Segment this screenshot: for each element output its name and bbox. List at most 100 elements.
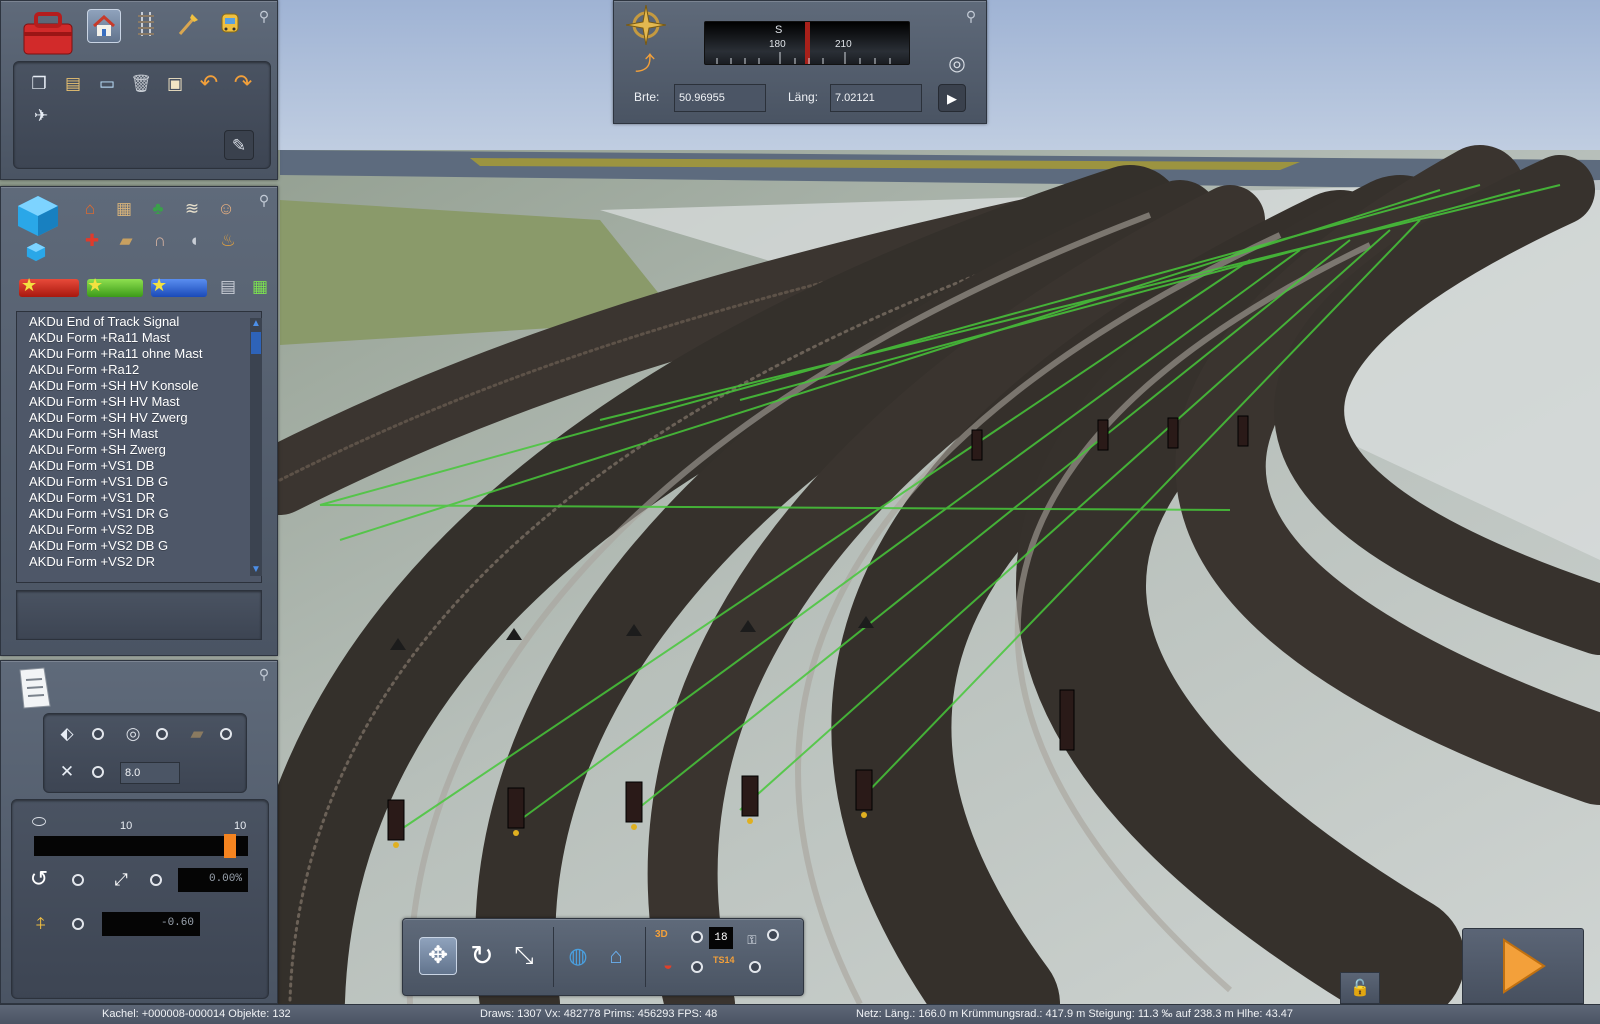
- list-item[interactable]: AKDu Form +VS1 DB G: [29, 474, 261, 490]
- category-industry-icon[interactable]: ▦: [111, 195, 137, 221]
- reset-view-icon[interactable]: ⤴: [632, 51, 658, 77]
- scroll-thumb[interactable]: [251, 332, 261, 354]
- scale-tool-icon[interactable]: ⤡: [505, 937, 543, 975]
- list-item[interactable]: AKDu Form +Ra12: [29, 362, 261, 378]
- copy-icon[interactable]: ❐: [26, 70, 52, 96]
- ts14-radio[interactable]: [749, 961, 761, 973]
- snap-to-object-radio[interactable]: [156, 728, 168, 740]
- cube-large-icon[interactable]: [15, 193, 61, 239]
- select-area-icon[interactable]: ▣: [162, 70, 188, 96]
- scroll-down-icon[interactable]: ▼: [251, 565, 261, 575]
- properties-sheet-icon[interactable]: [15, 665, 55, 711]
- list-item[interactable]: AKDu Form +SH HV Konsole: [29, 378, 261, 394]
- rotate-auto-icon[interactable]: ↺: [26, 866, 52, 892]
- category-buildings-icon[interactable]: ⌂: [77, 195, 103, 221]
- rotation-value-field[interactable]: 0.00%: [178, 868, 248, 892]
- longitude-input[interactable]: 7.02121: [830, 84, 922, 112]
- list-item[interactable]: AKDu Form +SH Zwerg: [29, 442, 261, 458]
- local-view-home-icon[interactable]: ⌂: [599, 939, 633, 973]
- height-offset-icon[interactable]: ⍏: [28, 910, 54, 936]
- category-signals-icon[interactable]: ✚: [79, 227, 105, 253]
- status-bar: Kachel: +000008-000014 Objekte: 132 Draw…: [0, 1004, 1600, 1024]
- list-item[interactable]: AKDu Form +SH HV Zwerg: [29, 410, 261, 426]
- grid-snap-radio[interactable]: [92, 766, 104, 778]
- list-item[interactable]: AKDu Form +VS2 DR: [29, 554, 261, 570]
- list-item[interactable]: AKDu Form +VS1 DR: [29, 490, 261, 506]
- height-offset-radio[interactable]: [72, 918, 84, 930]
- eyedropper-icon[interactable]: ✎: [224, 130, 254, 160]
- terrain-snap-radio[interactable]: [691, 961, 703, 973]
- category-people-icon[interactable]: ☺: [213, 195, 239, 221]
- category-track-objects-icon[interactable]: ≋: [179, 195, 205, 221]
- snap-to-ground-radio[interactable]: [92, 728, 104, 740]
- world-view-icon[interactable]: ◍: [561, 939, 595, 973]
- snap-counter-field[interactable]: 18: [709, 927, 733, 949]
- measure-icon[interactable]: ✈: [28, 102, 54, 128]
- snap-to-track-icon: ▰: [190, 723, 204, 743]
- list-view-icon[interactable]: ▤: [215, 273, 241, 299]
- pin-icon[interactable]: ⚲: [255, 191, 273, 209]
- toolbar-divider: [553, 927, 554, 987]
- undo-icon[interactable]: ↶: [196, 70, 222, 96]
- main-tools-panel: ⚲ ❐ ▤ ▭ 🗑 ▣ ↶ ↷ ✈ ✎: [0, 0, 278, 180]
- object-list[interactable]: AKDu End of Track Signal AKDu Form +Ra11…: [16, 311, 262, 583]
- 3d-snap-radio[interactable]: [691, 931, 703, 943]
- scale-auto-radio[interactable]: [150, 874, 162, 886]
- delete-icon[interactable]: 🗑: [128, 70, 154, 96]
- terrain-snap-icon[interactable]: ◒: [655, 955, 681, 977]
- paint-brush-icon[interactable]: [175, 11, 201, 37]
- snap-to-track-radio[interactable]: [220, 728, 232, 740]
- lock-view-button[interactable]: 🔓: [1340, 972, 1380, 1004]
- category-sounds-icon[interactable]: ◖: [181, 227, 207, 253]
- toolbox-icon[interactable]: [19, 7, 77, 59]
- train-icon[interactable]: [217, 11, 243, 37]
- rotate-auto-radio[interactable]: [72, 874, 84, 886]
- home-icon[interactable]: [87, 9, 121, 43]
- move-tool-icon[interactable]: ✥: [419, 937, 457, 975]
- grid-view-icon[interactable]: ▦: [247, 273, 273, 299]
- height-value-field[interactable]: -0.60: [102, 912, 200, 936]
- paste-icon[interactable]: ▤: [60, 70, 86, 96]
- pin-icon[interactable]: ⚲: [255, 7, 273, 25]
- list-item[interactable]: AKDu Form +VS2 DB G: [29, 538, 261, 554]
- list-item[interactable]: AKDu Form +VS1 DB: [29, 458, 261, 474]
- grid-size-input[interactable]: 8.0: [120, 762, 180, 784]
- play-arrow-icon: [1503, 938, 1546, 994]
- rotate-tool-icon[interactable]: ↻: [463, 937, 501, 975]
- toggle-switch-icon[interactable]: ⬭: [26, 808, 52, 834]
- camera-target-icon[interactable]: ◎: [944, 51, 970, 77]
- lock-small-icon[interactable]: ⚿: [743, 931, 761, 949]
- cube-small-icon[interactable]: [25, 241, 47, 263]
- heading-scale: [716, 52, 891, 64]
- category-trees-icon[interactable]: ♣: [145, 195, 171, 221]
- list-item[interactable]: AKDu Form +VS2 DB: [29, 522, 261, 538]
- compass-rose-icon[interactable]: [626, 5, 666, 45]
- brush-size-slider[interactable]: [34, 834, 248, 858]
- category-platforms-icon[interactable]: ▰: [113, 227, 139, 253]
- category-bridges-icon[interactable]: ∩: [147, 227, 173, 253]
- scale-auto-icon[interactable]: ⤢: [108, 866, 134, 892]
- list-scrollbar[interactable]: ▲ ▼: [250, 318, 262, 576]
- drive-button[interactable]: [1462, 928, 1584, 1004]
- go-to-coordinates-button[interactable]: ▶: [938, 84, 966, 112]
- monitor-icon[interactable]: ▭: [94, 70, 120, 96]
- scroll-up-icon[interactable]: ▲: [251, 319, 261, 329]
- list-item[interactable]: AKDu Form +VS1 DR G: [29, 506, 261, 522]
- heading-tick-210: 210: [835, 39, 852, 50]
- list-item[interactable]: AKDu Form +Ra11 Mast: [29, 330, 261, 346]
- list-item[interactable]: AKDu End of Track Signal: [29, 314, 261, 330]
- 3d-snap-icon: 3D: [655, 929, 668, 940]
- track-icon[interactable]: [133, 11, 159, 37]
- list-item[interactable]: AKDu Form +SH HV Mast: [29, 394, 261, 410]
- lock-radio[interactable]: [767, 929, 779, 941]
- redo-icon[interactable]: ↷: [230, 70, 256, 96]
- edit-tools-group: ❐ ▤ ▭ 🗑 ▣ ↶ ↷ ✈ ✎: [13, 61, 271, 169]
- list-item[interactable]: AKDu Form +Ra11 ohne Mast: [29, 346, 261, 362]
- toolbar-divider: [645, 927, 646, 987]
- brush-size-thumb[interactable]: [224, 834, 236, 858]
- latitude-input[interactable]: 50.96955: [674, 84, 766, 112]
- category-misc-icon[interactable]: ♨: [215, 227, 241, 253]
- list-item[interactable]: AKDu Form +SH Mast: [29, 426, 261, 442]
- pin-icon[interactable]: ⚲: [255, 665, 273, 683]
- pin-icon[interactable]: ⚲: [962, 7, 980, 25]
